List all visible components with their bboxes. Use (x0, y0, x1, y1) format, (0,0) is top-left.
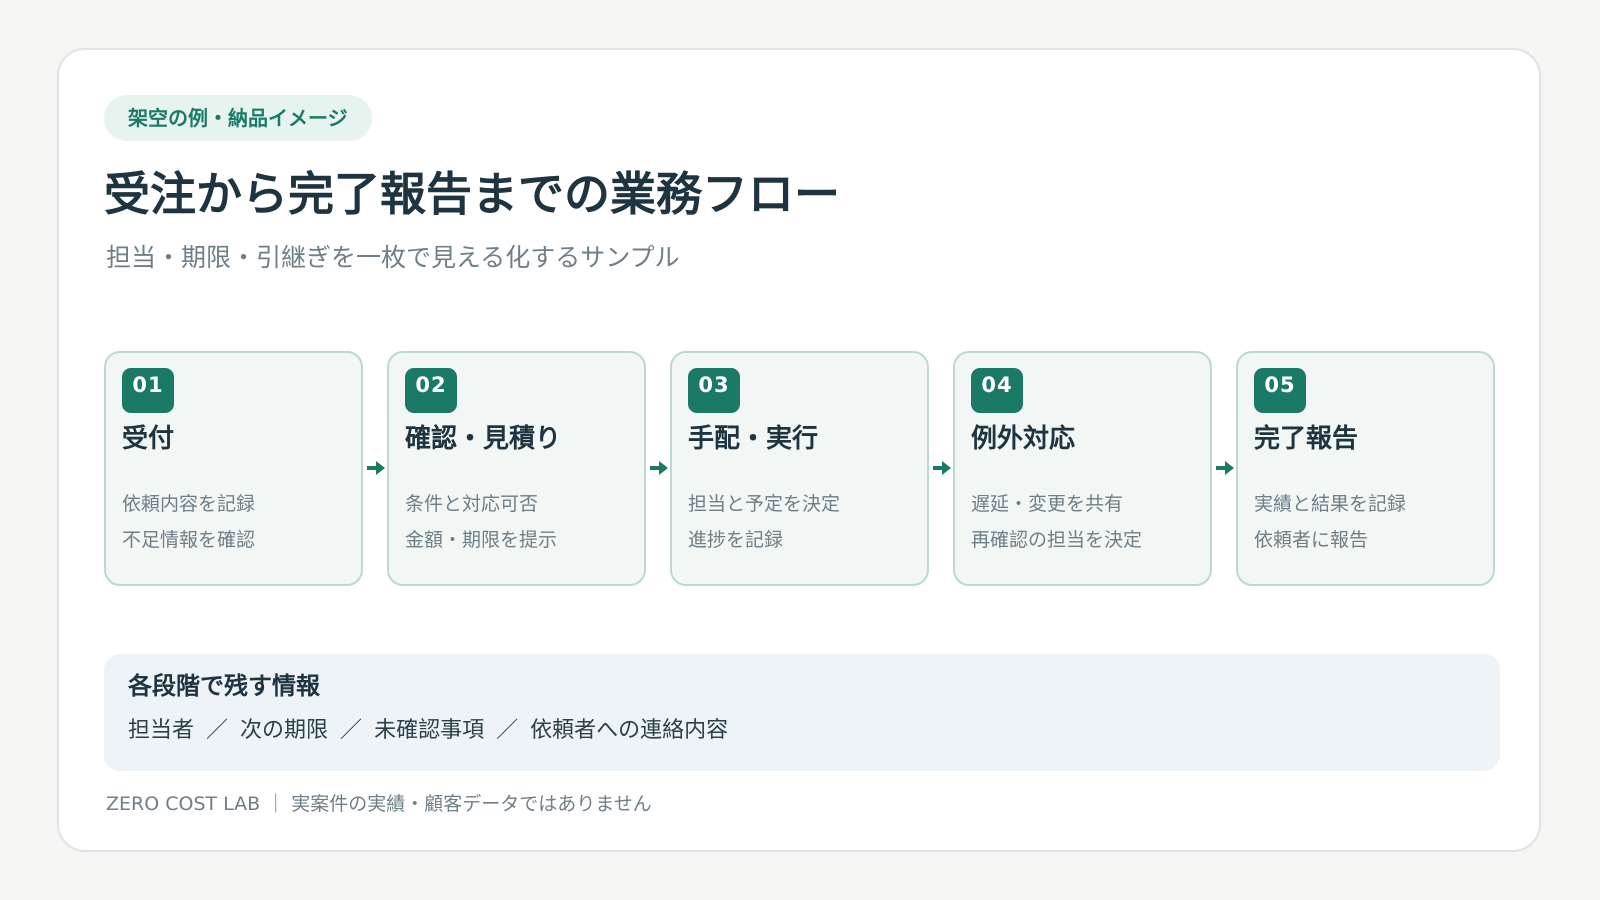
step-card-2: 02 確認・見積り 条件と対応可否 金額・期限を提示 (387, 351, 646, 586)
page-title: 受注から完了報告までの業務フロー (104, 167, 840, 221)
step-description: 不足情報を確認 (122, 529, 256, 551)
step-description: 担当と予定を決定 (688, 493, 841, 515)
step-title: 完了報告 (1254, 424, 1359, 454)
step-description: 依頼者に報告 (1254, 529, 1369, 551)
step-number-badge: 02 (405, 368, 457, 413)
info-item: 担当者 (128, 718, 195, 743)
step-description: 遅延・変更を共有 (971, 493, 1124, 515)
info-separator: ／ (340, 718, 363, 743)
info-items: 担当者 ／ 次の期限 ／ 未確認事項 ／ 依頼者への連絡内容 (128, 714, 728, 748)
arrow-right-icon (933, 461, 951, 475)
arrow-right-icon (367, 461, 385, 475)
step-number-badge: 01 (122, 368, 174, 413)
step-title: 受付 (122, 424, 175, 454)
step-description: 依頼内容を記録 (122, 493, 256, 515)
info-panel: 各段階で残す情報 担当者 ／ 次の期限 ／ 未確認事項 ／ 依頼者への連絡内容 (104, 654, 1500, 771)
info-separator: ／ (496, 718, 519, 743)
info-item: 未確認事項 (374, 718, 485, 743)
step-card-3: 03 手配・実行 担当と予定を決定 進捗を記録 (670, 351, 929, 586)
info-separator: ／ (206, 718, 229, 743)
step-number-badge: 04 (971, 368, 1023, 413)
arrow-right-icon (650, 461, 668, 475)
info-title: 各段階で残す情報 (128, 672, 320, 700)
step-title: 例外対応 (971, 424, 1076, 454)
step-title: 手配・実行 (688, 424, 819, 454)
step-description: 再確認の担当を決定 (971, 529, 1143, 551)
flow-steps: 01 受付 依頼内容を記録 不足情報を確認 02 確認・見積り 条件と対応可否 … (104, 351, 1500, 586)
step-card-1: 01 受付 依頼内容を記録 不足情報を確認 (104, 351, 363, 586)
step-description: 金額・期限を提示 (405, 529, 558, 551)
step-card-5: 05 完了報告 実績と結果を記録 依頼者に報告 (1236, 351, 1495, 586)
step-description: 実績と結果を記録 (1254, 493, 1407, 515)
step-number-badge: 05 (1254, 368, 1306, 413)
flow-card: 架空の例・納品イメージ 受注から完了報告までの業務フロー 担当・期限・引継ぎを一… (57, 48, 1541, 852)
step-description: 進捗を記録 (688, 529, 784, 551)
info-item: 次の期限 (240, 718, 329, 743)
step-description: 条件と対応可否 (405, 493, 539, 515)
sample-tag: 架空の例・納品イメージ (104, 95, 372, 141)
step-card-4: 04 例外対応 遅延・変更を共有 再確認の担当を決定 (953, 351, 1212, 586)
footer-note: ZERO COST LAB ｜ 実案件の実績・顧客データではありません (106, 793, 652, 815)
step-title: 確認・見積り (405, 424, 562, 454)
info-item: 依頼者への連絡内容 (530, 718, 729, 743)
arrow-right-icon (1216, 461, 1234, 475)
page-subtitle: 担当・期限・引継ぎを一枚で見える化するサンプル (106, 243, 680, 272)
step-number-badge: 03 (688, 368, 740, 413)
